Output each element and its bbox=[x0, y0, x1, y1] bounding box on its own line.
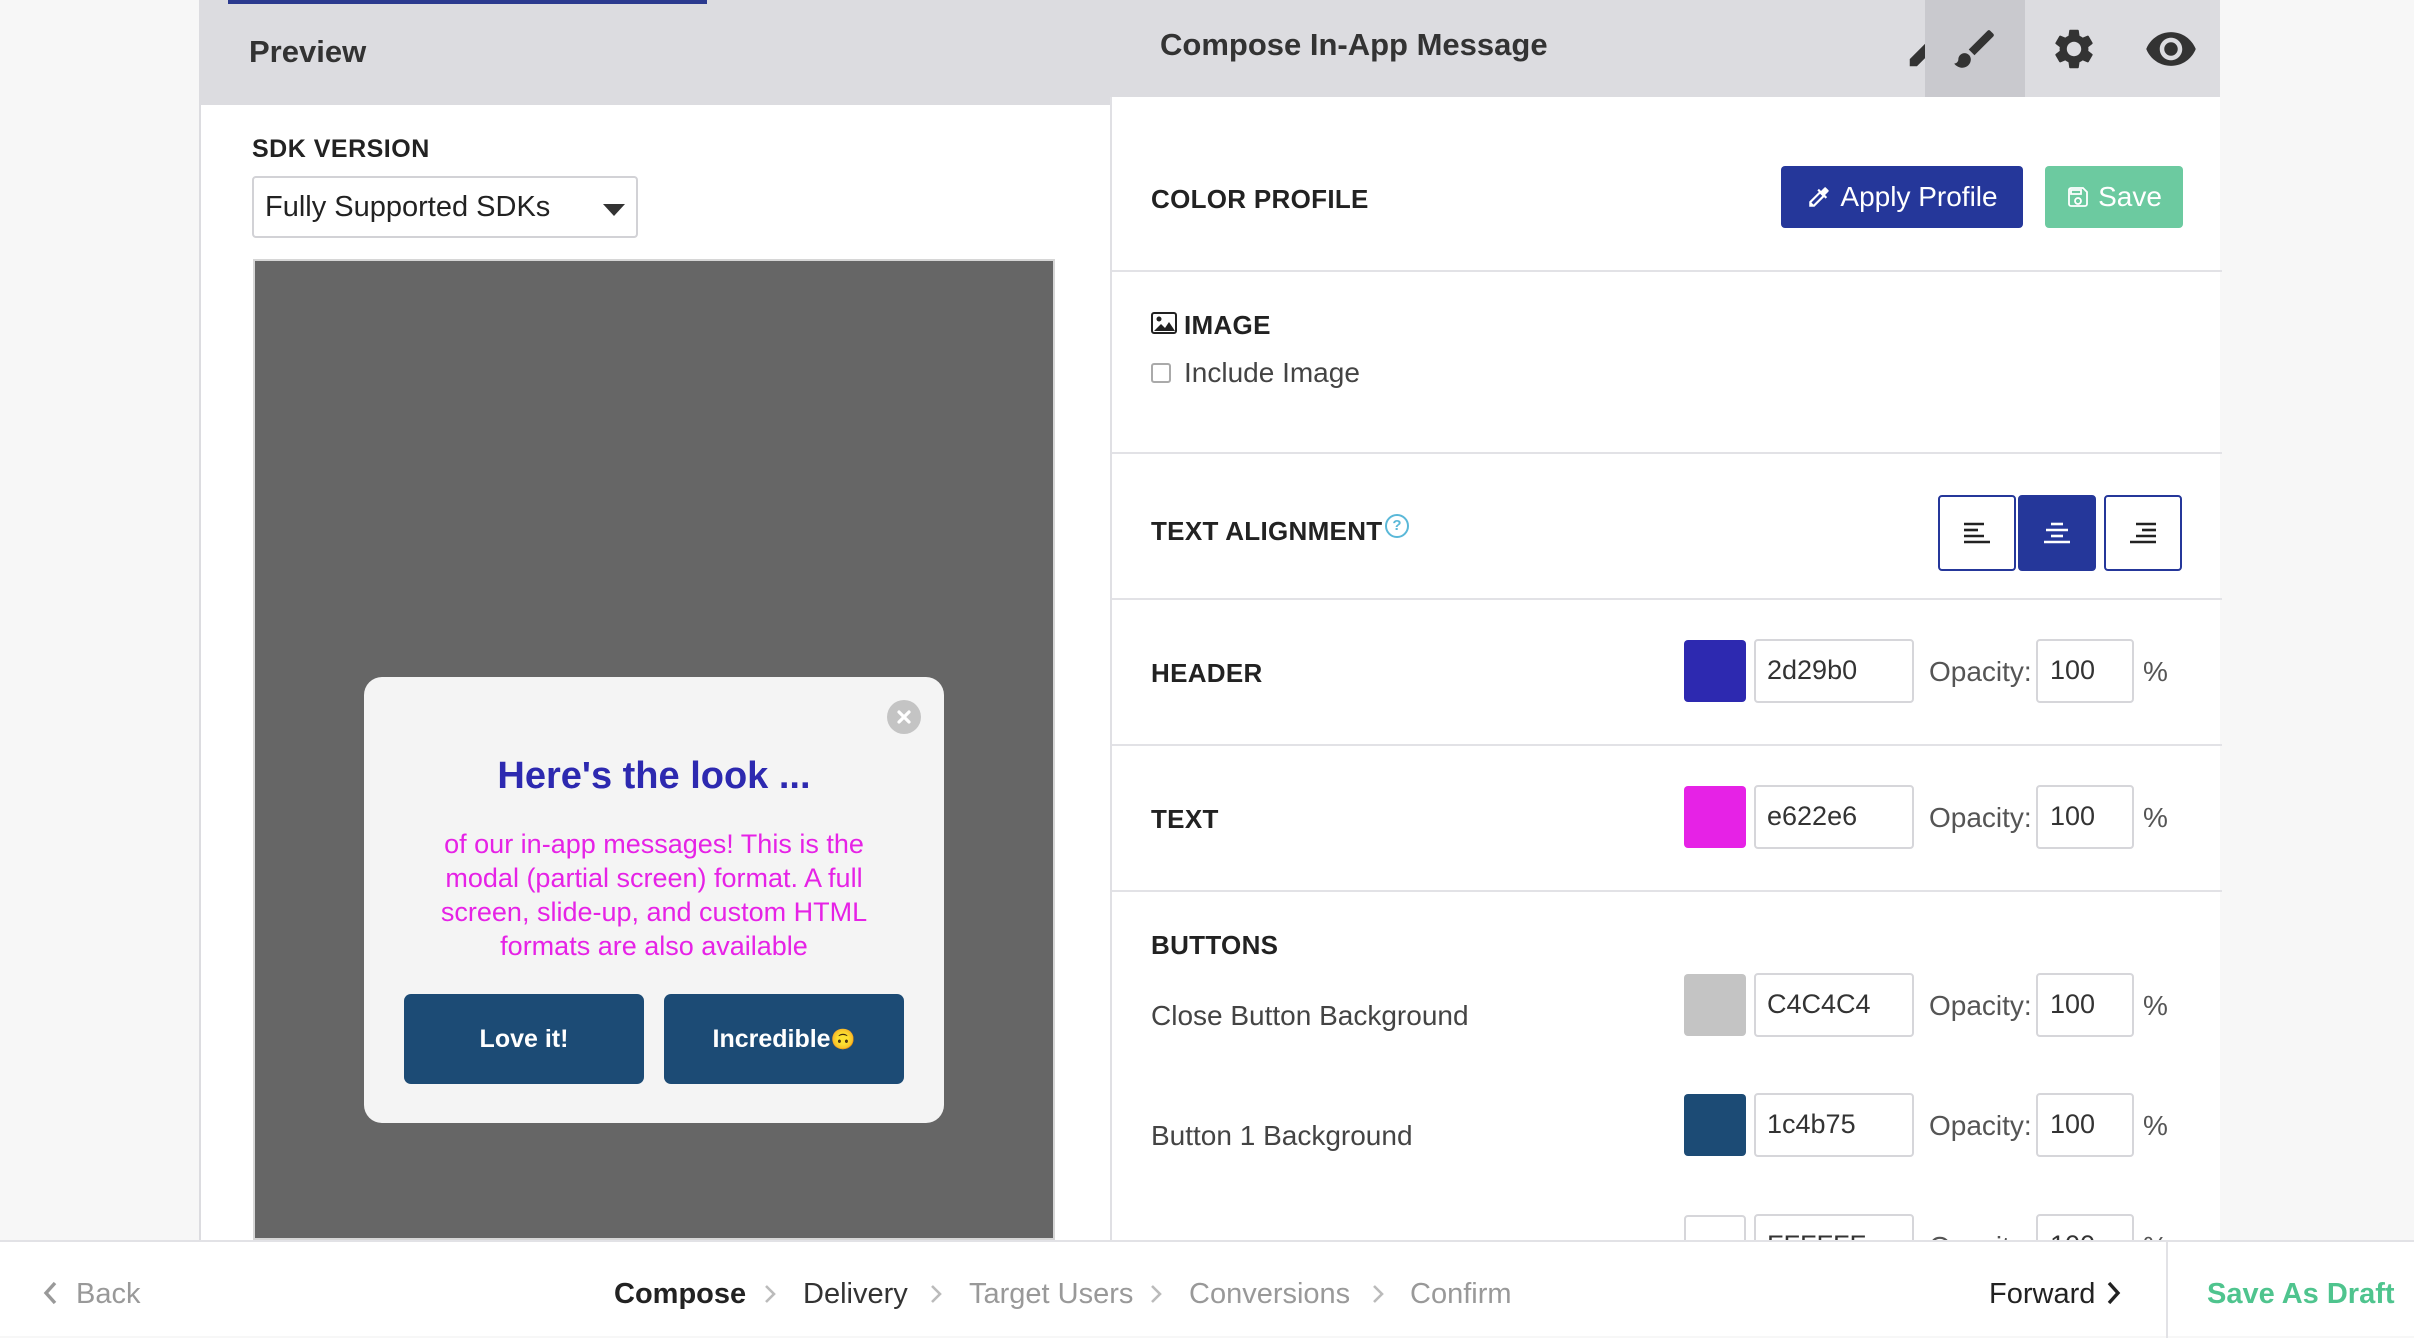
buttons-row-opacity-input[interactable]: 100 bbox=[2036, 973, 2134, 1037]
image-section: IMAGE Include Image bbox=[1112, 272, 2222, 454]
preview-tool-button[interactable] bbox=[2122, 0, 2220, 97]
buttons-row-opacity-label: Opacity: bbox=[1929, 990, 2032, 1021]
align-left-button[interactable] bbox=[1938, 495, 2016, 571]
brush-icon bbox=[1954, 29, 1994, 68]
buttons-row-opacity-percent: % bbox=[2143, 1110, 2168, 1141]
header-hex-input[interactable]: 2d29b0 bbox=[1754, 639, 1914, 703]
apply-profile-button[interactable]: Apply Profile bbox=[1781, 166, 2023, 228]
color-profile-title: COLOR PROFILE bbox=[1151, 184, 1369, 214]
compose-title: Compose In-App Message bbox=[1160, 27, 1548, 62]
text-color-section: TEXT e622e6 Opacity: 100 % bbox=[1112, 746, 2222, 892]
align-center-icon bbox=[2044, 522, 2070, 544]
header-opacity-label: Opacity: bbox=[1929, 656, 2032, 687]
eye-icon bbox=[2146, 31, 2196, 66]
header-opacity-input[interactable]: 100 bbox=[2036, 639, 2134, 703]
image-title: IMAGE bbox=[1184, 310, 1271, 340]
back-button[interactable]: Back bbox=[76, 1278, 140, 1311]
apply-profile-label: Apply Profile bbox=[1840, 181, 1998, 212]
eyedropper-icon bbox=[1809, 187, 1830, 207]
text-opacity-percent: % bbox=[2143, 802, 2168, 833]
image-icon bbox=[1151, 312, 1177, 334]
text-color-title: TEXT bbox=[1151, 804, 1219, 834]
sdk-version-select[interactable]: Fully Supported SDKs bbox=[252, 176, 638, 238]
save-profile-label: Save bbox=[2098, 181, 2162, 212]
modal-button-1[interactable]: Love it! bbox=[404, 994, 644, 1084]
chevron-right-icon bbox=[1151, 1285, 1162, 1303]
align-center-button[interactable] bbox=[2018, 495, 2096, 571]
step-conversions[interactable]: Conversions bbox=[1189, 1278, 1350, 1311]
modal-body: of our in-app messages! This is the moda… bbox=[440, 829, 868, 961]
buttons-row-opacity-label: Opacity: bbox=[1929, 1110, 2032, 1141]
chevron-right-icon bbox=[931, 1285, 942, 1303]
include-image-checkbox[interactable] bbox=[1151, 363, 1171, 383]
forward-button[interactable]: Forward bbox=[1989, 1278, 2095, 1311]
buttons-row-hex-input[interactable]: C4C4C4 bbox=[1754, 973, 1914, 1037]
buttons-title: BUTTONS bbox=[1151, 930, 1279, 960]
style-tool-button[interactable] bbox=[1925, 0, 2025, 97]
preview-title: Preview bbox=[249, 34, 367, 69]
buttons-row-opacity-percent: % bbox=[2143, 990, 2168, 1021]
buttons-row-label: Close Button Background bbox=[1151, 1000, 1469, 1031]
text-opacity-input[interactable]: 100 bbox=[2036, 785, 2134, 849]
wizard-footer: Back Compose Delivery Target Users Conve… bbox=[0, 1240, 2414, 1338]
buttons-row-hex-input[interactable]: 1c4b75 bbox=[1754, 1093, 1914, 1157]
save-profile-button[interactable]: Save bbox=[2045, 166, 2183, 228]
preview-header: Preview bbox=[199, 0, 1110, 105]
header-color-title: HEADER bbox=[1151, 658, 1263, 688]
buttons-row-swatch[interactable] bbox=[1684, 1094, 1746, 1156]
chevron-right-icon bbox=[2107, 1281, 2121, 1305]
align-left-icon bbox=[1964, 522, 1990, 544]
sdk-version-label: SDK VERSION bbox=[252, 135, 430, 163]
footer-divider bbox=[2166, 1242, 2168, 1338]
text-opacity-label: Opacity: bbox=[1929, 802, 2032, 833]
caret-down-icon bbox=[603, 204, 625, 216]
buttons-row-label: Button 1 Background bbox=[1151, 1120, 1413, 1151]
step-target-users[interactable]: Target Users bbox=[969, 1278, 1133, 1311]
text-hex-input[interactable]: e622e6 bbox=[1754, 785, 1914, 849]
chevron-right-icon bbox=[765, 1285, 776, 1303]
buttons-row-swatch[interactable] bbox=[1684, 974, 1746, 1036]
upside-down-face-emoji: 🙃 bbox=[830, 1028, 856, 1051]
text-color-swatch[interactable] bbox=[1684, 786, 1746, 848]
save-as-draft-button[interactable]: Save As Draft bbox=[2207, 1278, 2395, 1311]
header-color-section: HEADER 2d29b0 Opacity: 100 % bbox=[1112, 600, 2222, 746]
step-confirm[interactable]: Confirm bbox=[1410, 1278, 1512, 1311]
chevron-left-icon bbox=[43, 1281, 57, 1305]
preview-modal: Here's the look ... of our in-app messag… bbox=[364, 677, 944, 1123]
gear-icon bbox=[2055, 29, 2093, 68]
modal-button-2-label: Incredible bbox=[712, 1024, 831, 1053]
floppy-disk-icon bbox=[2068, 187, 2088, 207]
modal-header: Here's the look ... bbox=[497, 755, 811, 797]
header-color-swatch[interactable] bbox=[1684, 640, 1746, 702]
align-right-icon bbox=[2130, 522, 2156, 544]
chevron-right-icon bbox=[1373, 1285, 1384, 1303]
include-image-label[interactable]: Include Image bbox=[1184, 357, 1360, 389]
modal-button-2[interactable]: Incredible 🙃 bbox=[664, 994, 904, 1084]
step-compose[interactable]: Compose bbox=[614, 1278, 746, 1311]
settings-tool-button[interactable] bbox=[2025, 0, 2123, 97]
buttons-row-opacity-input[interactable]: 100 bbox=[2036, 1093, 2134, 1157]
sdk-version-value: Fully Supported SDKs bbox=[265, 191, 551, 223]
color-profile-section: COLOR PROFILE Apply Profile Save bbox=[1112, 97, 2222, 272]
text-alignment-title: TEXT ALIGNMENT bbox=[1151, 516, 1383, 546]
compose-header: Compose In-App Message bbox=[1110, 0, 2220, 97]
progress-bar bbox=[228, 0, 707, 4]
step-delivery[interactable]: Delivery bbox=[803, 1278, 908, 1311]
modal-close-icon[interactable] bbox=[887, 700, 921, 734]
align-right-button[interactable] bbox=[2104, 495, 2182, 571]
help-icon[interactable]: ? bbox=[1385, 514, 1409, 538]
header-opacity-percent: % bbox=[2143, 656, 2168, 687]
style-panel: COLOR PROFILE Apply Profile Save IMAGE I… bbox=[1110, 97, 2222, 1278]
